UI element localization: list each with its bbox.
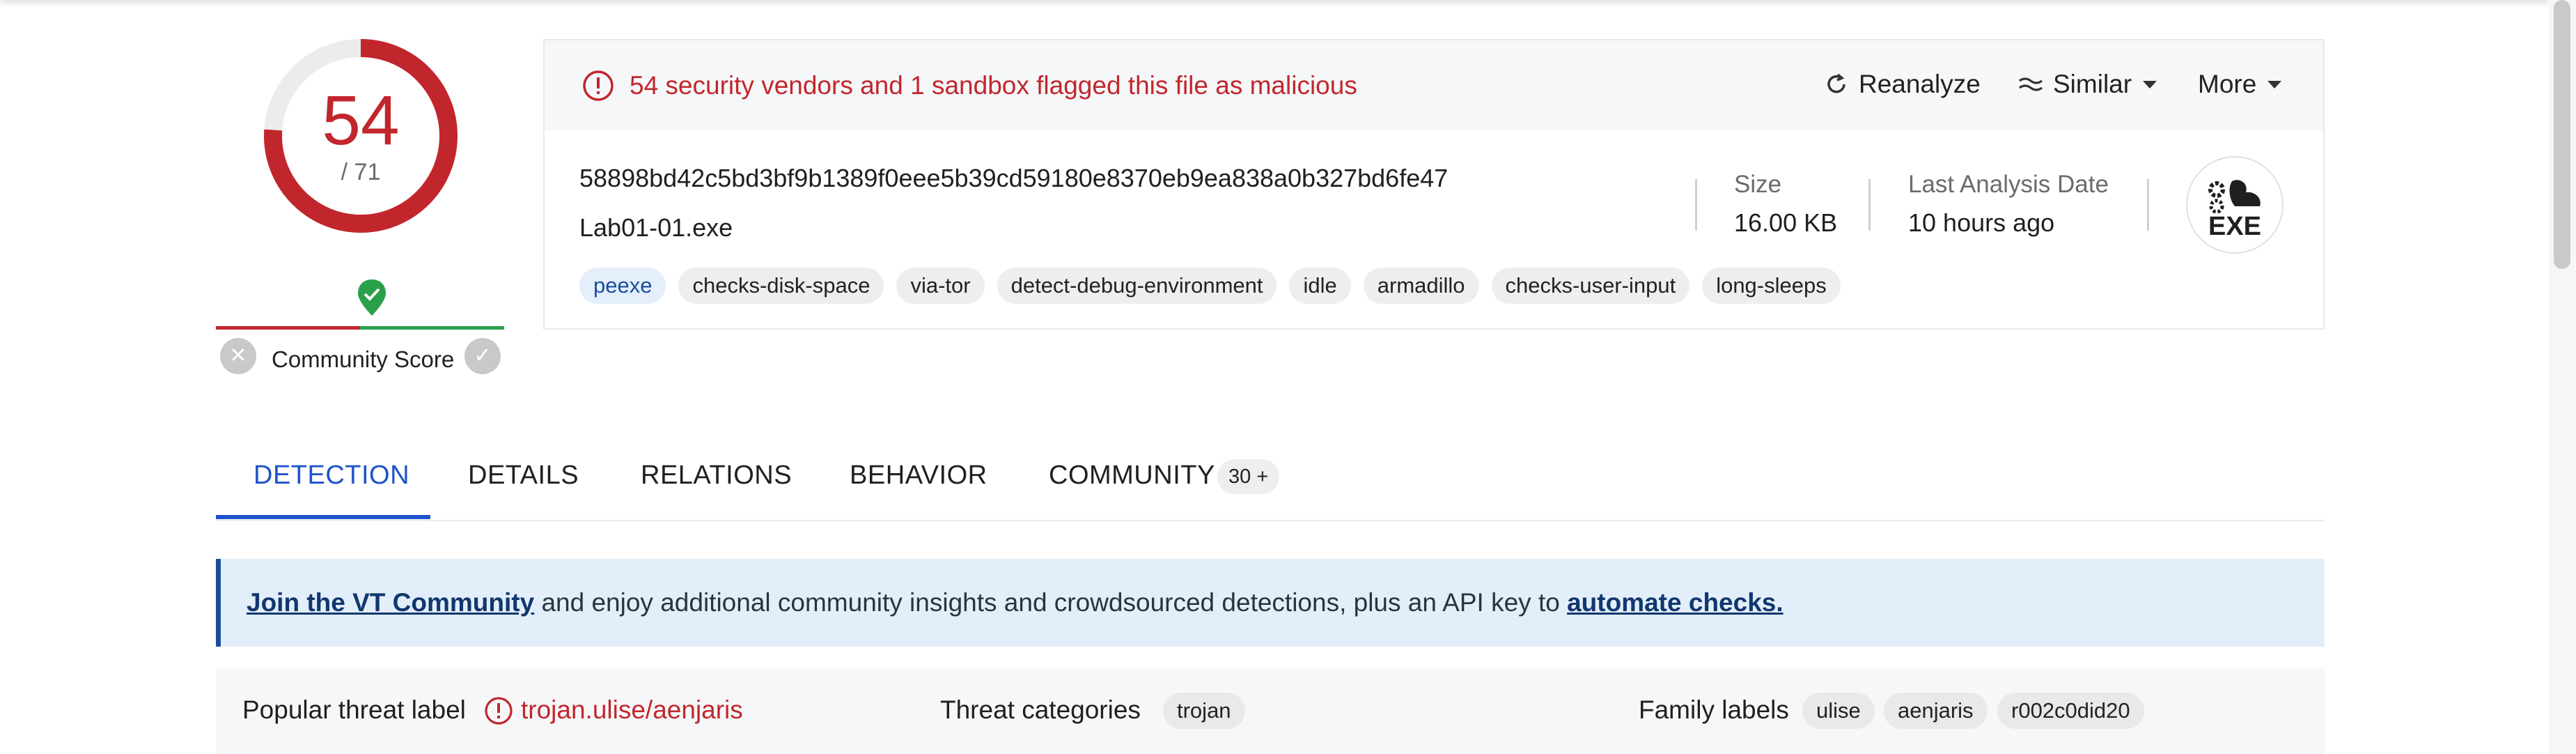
alert-circle-icon	[485, 697, 513, 725]
more-dropdown[interactable]: More	[2198, 68, 2282, 100]
scrollbar-thumb[interactable]	[2554, 0, 2570, 269]
family-label-chip[interactable]: ulise	[1802, 693, 1875, 729]
similar-icon	[2019, 77, 2043, 91]
file-tag[interactable]: long-sleeps	[1702, 268, 1841, 304]
threat-categories-label: Threat categories	[940, 695, 1141, 724]
family-labels-label: Family labels	[1639, 695, 1789, 724]
similar-label: Similar	[2053, 70, 2132, 98]
last-analysis-value: 10 hours ago	[1908, 208, 2055, 237]
community-score-label: Community Score	[272, 346, 455, 372]
community-score-marker-icon	[358, 279, 386, 316]
tab-details[interactable]: DETAILS	[468, 461, 579, 491]
alert-circle-icon	[583, 70, 614, 101]
size-label: Size	[1734, 171, 1782, 198]
size-value: 16.00 KB	[1734, 208, 1838, 237]
file-tag[interactable]: peexe	[579, 268, 666, 304]
more-label: More	[2198, 70, 2257, 98]
community-banner-text: Join the VT Community and enjoy addition…	[247, 587, 1783, 619]
community-score-positive-bar	[360, 326, 504, 330]
tab-community[interactable]: COMMUNITY	[1049, 461, 1215, 491]
last-analysis-label: Last Analysis Date	[1908, 171, 2109, 198]
chevron-down-icon	[2267, 80, 2282, 89]
separator	[1868, 179, 1871, 231]
join-community-link[interactable]: Join the VT Community	[247, 588, 534, 617]
file-tag[interactable]: via-tor	[896, 268, 985, 304]
banner-body-text: and enjoy additional community insights …	[534, 588, 1568, 617]
vote-harmless-button[interactable]: ✓	[465, 338, 501, 374]
separator	[1695, 179, 1697, 231]
popular-threat-value[interactable]: trojan.ulise/aenjaris	[521, 695, 743, 725]
community-score-negative-bar	[216, 326, 360, 330]
family-label-chip[interactable]: aenjaris	[1884, 693, 1988, 729]
community-count-badge: 30 +	[1217, 459, 1280, 494]
tab-detection[interactable]: DETECTION	[253, 461, 409, 491]
refresh-icon	[1827, 73, 1845, 93]
automate-checks-link[interactable]: automate checks.	[1567, 588, 1783, 617]
separator	[2147, 179, 2149, 231]
tab-behavior[interactable]: BEHAVIOR	[850, 461, 988, 491]
threat-category-chip[interactable]: trojan	[1163, 693, 1245, 729]
file-name: Lab01-01.exe	[579, 213, 733, 242]
vote-harmful-button[interactable]: ✕	[220, 338, 256, 374]
file-tag[interactable]: armadillo	[1363, 268, 1479, 304]
file-hash[interactable]: 58898bd42c5bd3bf9b1389f0eee5b39cd59180e8…	[579, 164, 1448, 193]
active-tab-indicator	[216, 515, 430, 519]
detection-total: / 71	[341, 159, 381, 185]
file-tag[interactable]: checks-user-input	[1491, 268, 1690, 304]
popular-threat-label: Popular threat label	[242, 695, 466, 724]
file-type-label: EXE	[2208, 212, 2262, 241]
tabs-divider	[216, 520, 2325, 521]
file-tag[interactable]: checks-disk-space	[678, 268, 884, 304]
tab-relations[interactable]: RELATIONS	[641, 461, 792, 491]
family-label-chip[interactable]: r002c0did20	[1997, 693, 2144, 729]
detection-count: 54	[322, 82, 400, 160]
reanalyze-label: Reanalyze	[1859, 70, 1981, 98]
similar-dropdown[interactable]: Similar	[2017, 68, 2157, 100]
verdict-text: 54 security vendors and 1 sandbox flagge…	[630, 71, 1357, 100]
reanalyze-button[interactable]: Reanalyze	[1822, 68, 1981, 100]
file-tag[interactable]: detect-debug-environment	[997, 268, 1277, 304]
file-tag[interactable]: idle	[1289, 268, 1351, 304]
file-tags: peexe checks-disk-space via-tor detect-debu…	[579, 268, 1841, 304]
chevron-down-icon	[2143, 80, 2157, 89]
